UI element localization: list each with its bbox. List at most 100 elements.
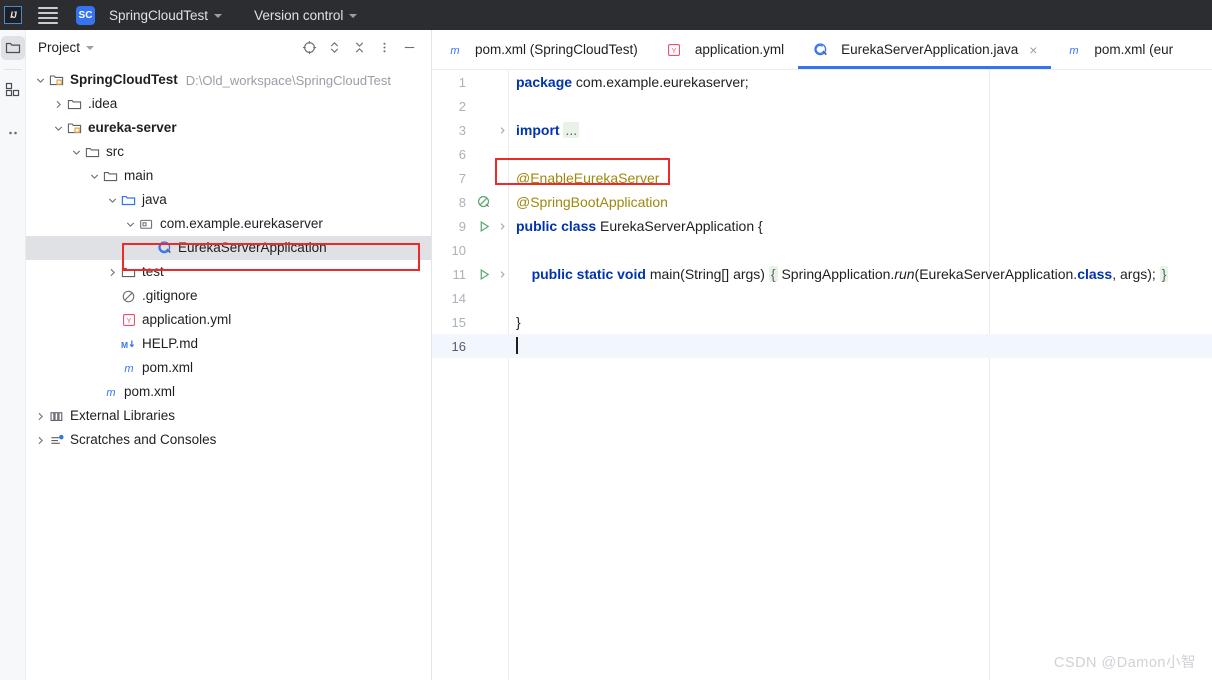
chevron-down-icon[interactable] xyxy=(52,122,65,135)
tree-item-scratches-and-consoles[interactable]: Scratches and Consoles xyxy=(26,428,431,452)
line-number: 3 xyxy=(458,122,466,138)
options-button[interactable] xyxy=(376,39,392,55)
code-text xyxy=(508,336,518,355)
tab-pom-xml-root[interactable]: m pom.xml (SpringCloudTest) xyxy=(432,30,652,69)
tree-item-springcloudtest[interactable]: SpringCloudTest D:\Old_workspace\SpringCl… xyxy=(26,68,431,92)
structure-tool-window-button[interactable] xyxy=(1,78,25,102)
chevron-right-icon[interactable] xyxy=(34,434,47,447)
tab-label: pom.xml (SpringCloudTest) xyxy=(475,42,638,57)
maven-icon: m xyxy=(120,361,137,375)
tree-item-main[interactable]: main xyxy=(26,164,431,188)
tree-item-application-yml[interactable]: Yapplication.yml xyxy=(26,308,431,332)
chevron-down-icon[interactable] xyxy=(124,218,137,231)
svg-text:m: m xyxy=(1069,45,1078,57)
svg-text:m: m xyxy=(106,387,115,399)
fold-toggle-icon[interactable] xyxy=(496,270,508,279)
editor-area: m pom.xml (SpringCloudTest) Yapplication.y… xyxy=(432,30,1212,680)
tree-item-label: External Libraries xyxy=(70,408,176,424)
tree-item-pom-xml[interactable]: m pom.xml xyxy=(26,356,431,380)
scratches-icon xyxy=(48,433,65,448)
chevron-down-icon[interactable] xyxy=(86,46,95,50)
tree-item-test[interactable]: test xyxy=(26,260,431,284)
code-line[interactable]: 10 xyxy=(432,238,1212,262)
version-control-dropdown[interactable]: Version control xyxy=(248,5,363,26)
tree-item-com-example-eurekaserver[interactable]: com.example.eurekaserver xyxy=(26,212,431,236)
chevron-down-icon[interactable] xyxy=(106,194,119,207)
collapse-all-button[interactable] xyxy=(351,39,367,55)
chevron-updown-icon xyxy=(330,41,338,53)
blocks-icon xyxy=(5,82,19,97)
chevron-down-icon[interactable] xyxy=(34,74,47,87)
code-line[interactable]: 16 xyxy=(432,334,1212,358)
select-opened-file-button[interactable] xyxy=(301,39,317,55)
tree-item-help-md[interactable]: M HELP.md xyxy=(26,332,431,356)
tree-item--idea[interactable]: .idea xyxy=(26,92,431,116)
tree-arrow-spacer xyxy=(88,386,101,399)
ide-window: IJ SC SpringCloudTest Version control Pr… xyxy=(0,0,1212,680)
project-panel-header: Project xyxy=(26,30,431,64)
tree-item-eurekaserverapplication[interactable]: EurekaServerApplication xyxy=(26,236,431,260)
tree-item--gitignore[interactable]: .gitignore xyxy=(26,284,431,308)
chevron-down-icon[interactable] xyxy=(70,146,83,159)
folder-icon xyxy=(66,97,83,112)
code-line[interactable]: 2 xyxy=(432,94,1212,118)
more-tool-windows-button[interactable] xyxy=(1,121,25,145)
tree-item-external-libraries[interactable]: External Libraries xyxy=(26,404,431,428)
line-number: 6 xyxy=(458,146,466,162)
tree-item-label: .gitignore xyxy=(142,288,198,304)
maven-icon: m xyxy=(1065,43,1082,57)
code-line[interactable]: 11 public static void main(String[] args… xyxy=(432,262,1212,286)
chevron-right-icon[interactable] xyxy=(52,98,65,111)
line-number: 11 xyxy=(452,266,467,282)
code-editor[interactable]: 1 package com.example.eurekaserver; 2 3 impo… xyxy=(432,70,1212,680)
project-name-dropdown[interactable]: SpringCloudTest xyxy=(103,5,228,26)
close-icon[interactable]: × xyxy=(1029,43,1037,57)
intellij-logo-icon[interactable]: IJ xyxy=(4,6,22,24)
project-tool-window-button[interactable] xyxy=(0,36,25,60)
tree-item-eureka-server[interactable]: eureka-server xyxy=(26,116,431,140)
tree-item-java[interactable]: java xyxy=(26,188,431,212)
code-line[interactable]: 3 import ... xyxy=(432,118,1212,142)
hamburger-menu-icon[interactable] xyxy=(38,5,58,25)
code-line[interactable]: 6 xyxy=(432,142,1212,166)
chevron-right-icon[interactable] xyxy=(106,266,119,279)
line-number: 8 xyxy=(458,194,466,210)
code-line[interactable]: 15} xyxy=(432,310,1212,334)
tree-item-pom-xml[interactable]: m pom.xml xyxy=(26,380,431,404)
code-line[interactable]: 8 @SpringBootApplication xyxy=(432,190,1212,214)
project-badge[interactable]: SC xyxy=(76,5,95,25)
suppress-inspection-icon[interactable] xyxy=(472,195,496,209)
hide-tool-window-button[interactable] xyxy=(401,39,417,55)
svg-text:m: m xyxy=(450,45,459,57)
tab-application-yml[interactable]: Yapplication.yml xyxy=(652,30,798,69)
tree-item-label: HELP.md xyxy=(142,336,199,352)
code-line[interactable]: 9 public class EurekaServerApplication { xyxy=(432,214,1212,238)
fold-toggle-icon[interactable] xyxy=(496,222,508,231)
tab-label: pom.xml (eur xyxy=(1094,42,1174,57)
tab-pom-xml-eureka[interactable]: m pom.xml (eur xyxy=(1051,30,1187,69)
expand-collapse-button[interactable] xyxy=(326,39,342,55)
tree-item-label: EurekaServerApplication xyxy=(178,240,327,256)
code-line[interactable]: 7 @EnableEurekaServer xyxy=(432,166,1212,190)
tree-item-src[interactable]: src xyxy=(26,140,431,164)
chevron-down-icon[interactable] xyxy=(88,170,101,183)
line-number: 9 xyxy=(458,218,466,234)
run-icon[interactable] xyxy=(472,220,496,233)
code-token: SpringApplication. xyxy=(777,266,895,282)
code-text: public static void main(String[] args) {… xyxy=(508,266,1169,282)
code-token: @EnableEurekaServer xyxy=(516,170,660,186)
collapse-all-icon xyxy=(355,41,363,53)
project-tool-window: Project SpringCloudTest D:\Old_workspace… xyxy=(26,30,432,680)
code-token: com.example.eurekaserver; xyxy=(572,74,749,90)
fold-toggle-icon[interactable] xyxy=(496,126,508,135)
code-line[interactable]: 1 package com.example.eurekaserver; xyxy=(432,70,1212,94)
code-token: } xyxy=(516,314,521,330)
chevron-right-icon[interactable] xyxy=(34,410,47,423)
tab-eureka-server-application[interactable]: EurekaServerApplication.java × xyxy=(798,30,1052,69)
tree-arrow-spacer xyxy=(106,362,119,375)
run-icon[interactable] xyxy=(472,268,496,281)
code-text: import ... xyxy=(508,122,580,138)
code-line[interactable]: 14 xyxy=(432,286,1212,310)
project-name-label: SpringCloudTest xyxy=(109,7,209,23)
minimize-icon xyxy=(404,46,414,48)
